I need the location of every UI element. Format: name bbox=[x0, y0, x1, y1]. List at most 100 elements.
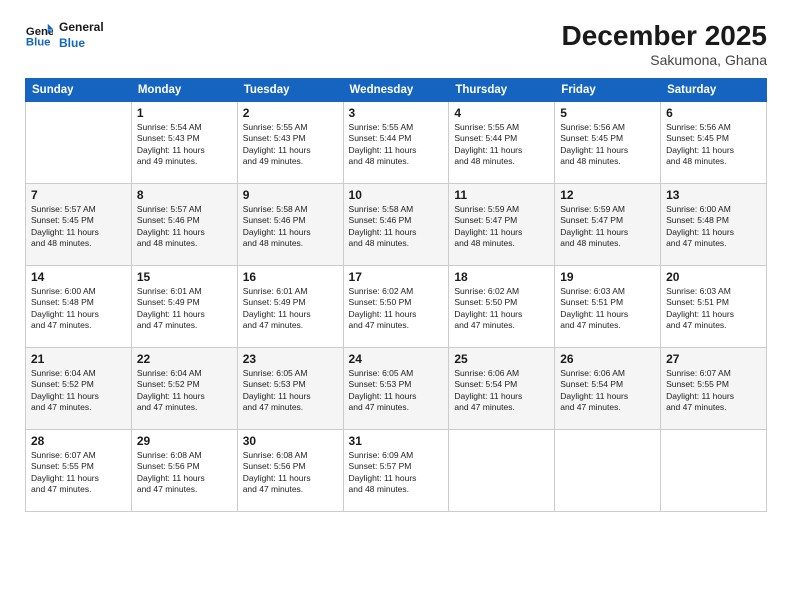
date-number: 4 bbox=[454, 106, 549, 120]
calendar-cell bbox=[661, 430, 767, 512]
calendar-cell: 26 Sunrise: 6:06 AM Sunset: 5:54 PM Dayli… bbox=[555, 348, 661, 430]
cell-info: Sunrise: 6:03 AM Sunset: 5:51 PM Dayligh… bbox=[560, 286, 655, 332]
calendar-cell: 25 Sunrise: 6:06 AM Sunset: 5:54 PM Dayli… bbox=[449, 348, 555, 430]
cell-info: Sunrise: 5:55 AM Sunset: 5:44 PM Dayligh… bbox=[349, 122, 444, 168]
calendar-cell: 9 Sunrise: 5:58 AM Sunset: 5:46 PM Daylig… bbox=[237, 184, 343, 266]
date-number: 23 bbox=[243, 352, 338, 366]
calendar-cell: 11Sunrise: 5:59 AM Sunset: 5:47 PM Dayli… bbox=[449, 184, 555, 266]
logo-line1: General bbox=[59, 20, 104, 36]
calendar-week-5: 28 Sunrise: 6:07 AM Sunset: 5:55 PM Dayli… bbox=[26, 430, 767, 512]
calendar-cell: 24 Sunrise: 6:05 AM Sunset: 5:53 PM Dayli… bbox=[343, 348, 449, 430]
calendar-cell bbox=[26, 102, 132, 184]
svg-text:Blue: Blue bbox=[26, 36, 51, 48]
calendar-cell bbox=[555, 430, 661, 512]
calendar-cell: 28 Sunrise: 6:07 AM Sunset: 5:55 PM Dayli… bbox=[26, 430, 132, 512]
calendar-week-3: 14 Sunrise: 6:00 AM Sunset: 5:48 PM Dayli… bbox=[26, 266, 767, 348]
date-number: 10 bbox=[349, 188, 444, 202]
date-number: 30 bbox=[243, 434, 338, 448]
date-number: 13 bbox=[666, 188, 761, 202]
day-header-saturday: Saturday bbox=[661, 79, 767, 102]
cell-info: Sunrise: 6:07 AM Sunset: 5:55 PM Dayligh… bbox=[31, 450, 126, 496]
calendar-cell: 16 Sunrise: 6:01 AM Sunset: 5:49 PM Dayli… bbox=[237, 266, 343, 348]
logo-line2: Blue bbox=[59, 36, 104, 52]
date-number: 21 bbox=[31, 352, 126, 366]
location: Sakumona, Ghana bbox=[562, 52, 767, 68]
cell-info: Sunrise: 5:55 AM Sunset: 5:44 PM Dayligh… bbox=[454, 122, 549, 168]
calendar-week-2: 7 Sunrise: 5:57 AM Sunset: 5:45 PM Daylig… bbox=[26, 184, 767, 266]
date-number: 12 bbox=[560, 188, 655, 202]
calendar-week-4: 21 Sunrise: 6:04 AM Sunset: 5:52 PM Dayli… bbox=[26, 348, 767, 430]
cell-info: Sunrise: 6:02 AM Sunset: 5:50 PM Dayligh… bbox=[349, 286, 444, 332]
calendar-cell: 5 Sunrise: 5:56 AM Sunset: 5:45 PM Daylig… bbox=[555, 102, 661, 184]
date-number: 3 bbox=[349, 106, 444, 120]
date-number: 29 bbox=[137, 434, 232, 448]
calendar-cell: 27Sunrise: 6:07 AM Sunset: 5:55 PM Dayli… bbox=[661, 348, 767, 430]
calendar-cell: 14 Sunrise: 6:00 AM Sunset: 5:48 PM Dayli… bbox=[26, 266, 132, 348]
header: General Blue General Blue General Blue D… bbox=[25, 20, 767, 68]
calendar-table: SundayMondayTuesdayWednesdayThursdayFrid… bbox=[25, 78, 767, 512]
calendar-cell: 4 Sunrise: 5:55 AM Sunset: 5:44 PM Daylig… bbox=[449, 102, 555, 184]
date-number: 1 bbox=[137, 106, 232, 120]
title-block: December 2025 Sakumona, Ghana bbox=[562, 20, 767, 68]
calendar-cell: 18 Sunrise: 6:02 AM Sunset: 5:50 PM Dayli… bbox=[449, 266, 555, 348]
cell-info: Sunrise: 6:04 AM Sunset: 5:52 PM Dayligh… bbox=[31, 368, 126, 414]
date-number: 28 bbox=[31, 434, 126, 448]
cell-info: Sunrise: 6:03 AM Sunset: 5:51 PM Dayligh… bbox=[666, 286, 761, 332]
calendar-cell: 23 Sunrise: 6:05 AM Sunset: 5:53 PM Dayli… bbox=[237, 348, 343, 430]
date-number: 7 bbox=[31, 188, 126, 202]
date-number: 14 bbox=[31, 270, 126, 284]
date-number: 9 bbox=[243, 188, 338, 202]
date-number: 25 bbox=[454, 352, 549, 366]
calendar-cell: 12 Sunrise: 5:59 AM Sunset: 5:47 PM Dayli… bbox=[555, 184, 661, 266]
calendar-cell: 15Sunrise: 6:01 AM Sunset: 5:49 PM Dayli… bbox=[131, 266, 237, 348]
date-number: 22 bbox=[137, 352, 232, 366]
cell-info: Sunrise: 6:07 AM Sunset: 5:55 PM Dayligh… bbox=[666, 368, 761, 414]
cell-info: Sunrise: 6:00 AM Sunset: 5:48 PM Dayligh… bbox=[31, 286, 126, 332]
date-number: 2 bbox=[243, 106, 338, 120]
day-header-monday: Monday bbox=[131, 79, 237, 102]
calendar-cell: 8Sunrise: 5:57 AM Sunset: 5:46 PM Daylig… bbox=[131, 184, 237, 266]
cell-info: Sunrise: 6:02 AM Sunset: 5:50 PM Dayligh… bbox=[454, 286, 549, 332]
calendar-cell: 19Sunrise: 6:03 AM Sunset: 5:51 PM Dayli… bbox=[555, 266, 661, 348]
date-number: 17 bbox=[349, 270, 444, 284]
cell-info: Sunrise: 5:54 AM Sunset: 5:43 PM Dayligh… bbox=[137, 122, 232, 168]
page: General Blue General Blue General Blue D… bbox=[0, 0, 792, 612]
date-number: 26 bbox=[560, 352, 655, 366]
cell-info: Sunrise: 6:05 AM Sunset: 5:53 PM Dayligh… bbox=[349, 368, 444, 414]
calendar-cell bbox=[449, 430, 555, 512]
cell-info: Sunrise: 5:57 AM Sunset: 5:46 PM Dayligh… bbox=[137, 204, 232, 250]
cell-info: Sunrise: 6:01 AM Sunset: 5:49 PM Dayligh… bbox=[243, 286, 338, 332]
cell-info: Sunrise: 5:58 AM Sunset: 5:46 PM Dayligh… bbox=[243, 204, 338, 250]
calendar-cell: 2Sunrise: 5:55 AM Sunset: 5:43 PM Daylig… bbox=[237, 102, 343, 184]
date-number: 24 bbox=[349, 352, 444, 366]
calendar-cell: 13Sunrise: 6:00 AM Sunset: 5:48 PM Dayli… bbox=[661, 184, 767, 266]
date-number: 18 bbox=[454, 270, 549, 284]
calendar-cell: 17 Sunrise: 6:02 AM Sunset: 5:50 PM Dayli… bbox=[343, 266, 449, 348]
date-number: 5 bbox=[560, 106, 655, 120]
calendar-cell: 3 Sunrise: 5:55 AM Sunset: 5:44 PM Daylig… bbox=[343, 102, 449, 184]
calendar-cell: 10 Sunrise: 5:58 AM Sunset: 5:46 PM Dayli… bbox=[343, 184, 449, 266]
calendar-cell: 22 Sunrise: 6:04 AM Sunset: 5:52 PM Dayli… bbox=[131, 348, 237, 430]
cell-info: Sunrise: 6:05 AM Sunset: 5:53 PM Dayligh… bbox=[243, 368, 338, 414]
month-title: December 2025 bbox=[562, 20, 767, 52]
cell-info: Sunrise: 6:04 AM Sunset: 5:52 PM Dayligh… bbox=[137, 368, 232, 414]
cell-info: Sunrise: 5:59 AM Sunset: 5:47 PM Dayligh… bbox=[454, 204, 549, 250]
calendar-cell: 6Sunrise: 5:56 AM Sunset: 5:45 PM Daylig… bbox=[661, 102, 767, 184]
cell-info: Sunrise: 5:56 AM Sunset: 5:45 PM Dayligh… bbox=[560, 122, 655, 168]
cell-info: Sunrise: 5:59 AM Sunset: 5:47 PM Dayligh… bbox=[560, 204, 655, 250]
cell-info: Sunrise: 5:58 AM Sunset: 5:46 PM Dayligh… bbox=[349, 204, 444, 250]
date-number: 16 bbox=[243, 270, 338, 284]
calendar-cell: 29 Sunrise: 6:08 AM Sunset: 5:56 PM Dayli… bbox=[131, 430, 237, 512]
cell-info: Sunrise: 5:57 AM Sunset: 5:45 PM Dayligh… bbox=[31, 204, 126, 250]
cell-info: Sunrise: 6:08 AM Sunset: 5:56 PM Dayligh… bbox=[137, 450, 232, 496]
calendar-cell: 21 Sunrise: 6:04 AM Sunset: 5:52 PM Dayli… bbox=[26, 348, 132, 430]
logo-icon: General Blue bbox=[25, 22, 53, 50]
calendar-body: 1 Sunrise: 5:54 AM Sunset: 5:43 PM Daylig… bbox=[26, 102, 767, 512]
cell-info: Sunrise: 6:06 AM Sunset: 5:54 PM Dayligh… bbox=[560, 368, 655, 414]
date-number: 20 bbox=[666, 270, 761, 284]
calendar-week-1: 1 Sunrise: 5:54 AM Sunset: 5:43 PM Daylig… bbox=[26, 102, 767, 184]
day-header-friday: Friday bbox=[555, 79, 661, 102]
cell-info: Sunrise: 6:06 AM Sunset: 5:54 PM Dayligh… bbox=[454, 368, 549, 414]
day-header-wednesday: Wednesday bbox=[343, 79, 449, 102]
cell-info: Sunrise: 6:01 AM Sunset: 5:49 PM Dayligh… bbox=[137, 286, 232, 332]
